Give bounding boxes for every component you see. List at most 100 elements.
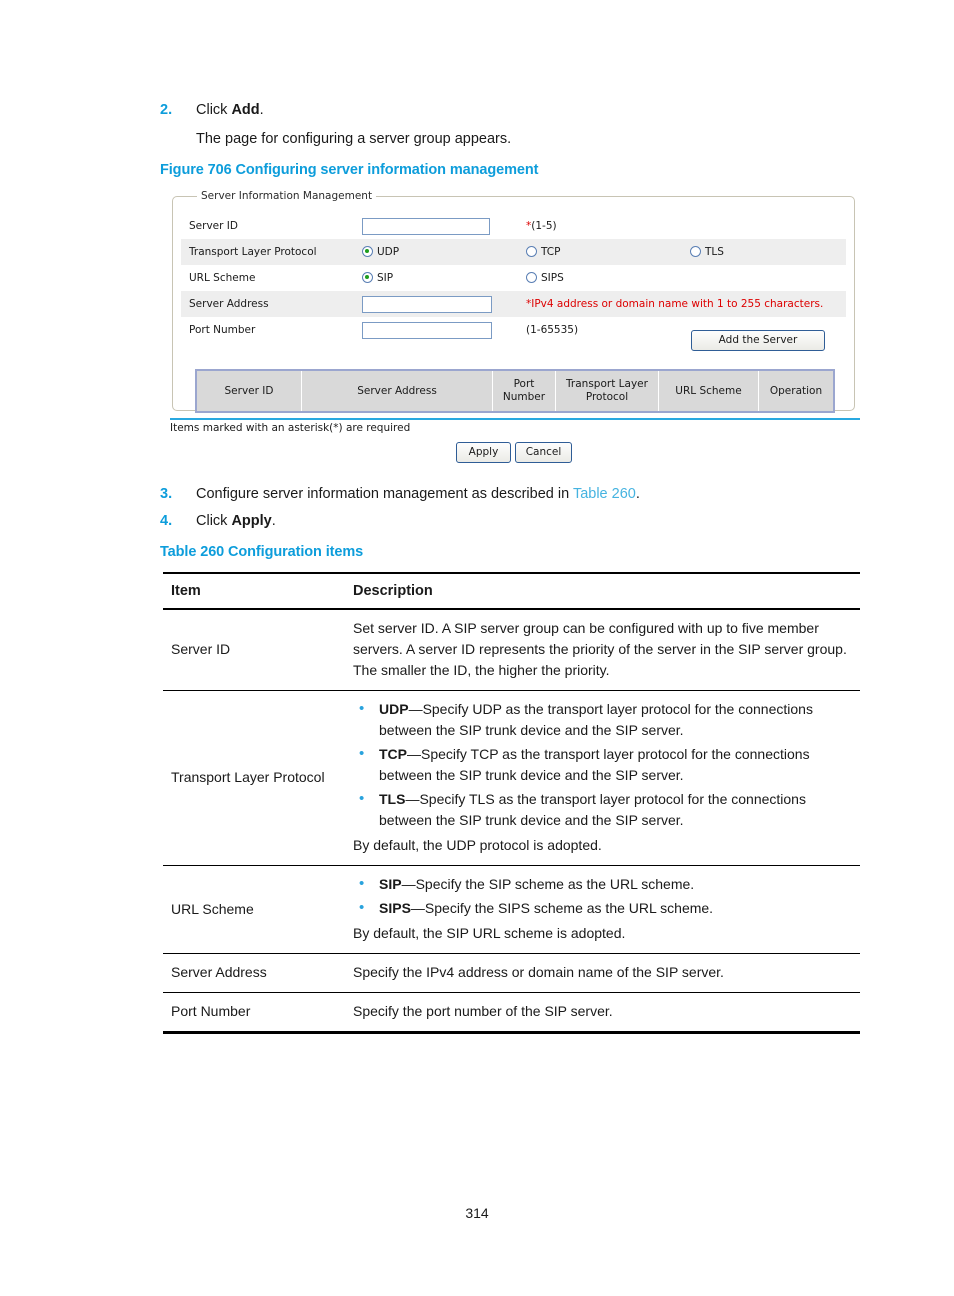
step-3-number: 3. [160,486,173,502]
cfg-header-description: Description [345,572,860,610]
server-id-label: Server ID [189,220,238,232]
cfg-item-url-scheme: URL Scheme [163,865,345,954]
cfg-desc-server-address: Specify the IPv4 address or domain name … [345,953,860,993]
list-item: SIP—Specify the SIP scheme as the URL sc… [353,873,854,895]
form-row-transport-layer-protocol: Transport Layer Protocol UDP TCP TLS [181,239,846,265]
figure-divider [170,418,860,420]
document-page: 2. Click Add. The page for configuring a… [0,0,954,1296]
url-scheme-default-note: By default, the SIP URL scheme is adopte… [353,925,626,941]
step-4-bold-apply: Apply [231,513,272,529]
grid-header-server-address: Server Address [301,370,493,412]
list-item: TLS—Specify TLS as the transport layer p… [353,788,854,831]
port-number-label: Port Number [189,324,256,336]
transport-option-tls[interactable]: TLS [682,239,846,265]
cancel-button[interactable]: Cancel [515,442,572,463]
url-option-sips-label: SIPS [541,272,564,284]
grid-header-port-number: Port Number [492,370,556,412]
step-2-text-pre: Click [196,102,232,118]
table-row: Transport Layer Protocol UDP—Specify UDP… [163,690,860,866]
radio-tcp-icon[interactable] [526,246,537,257]
step-4-text-post: . [271,513,276,529]
table-caption: Table 260 Configuration items [160,544,364,560]
cfg-item-server-id: Server ID [171,641,231,657]
cfg-desc-port-number: Specify the port number of the SIP serve… [345,992,860,1034]
form-row-url-scheme: URL Scheme SIP SIPS [181,265,846,291]
server-id-hint: *(1-5) [518,213,846,239]
cfg-header-item: Item [163,572,345,610]
url-option-sip[interactable]: SIP [354,265,518,291]
url-scheme-spacer [682,265,846,291]
transport-option-tcp-label: TCP [541,246,561,258]
server-address-hint: *IPv4 address or domain name with 1 to 2… [518,291,846,317]
step-2-text: Click Add. [196,100,264,120]
radio-tls-icon[interactable] [690,246,701,257]
radio-sips-icon[interactable] [526,272,537,283]
grid-header-transport-line2: Protocol [585,391,629,403]
radio-udp-icon[interactable] [362,246,373,257]
table-row: Port Number Specify the port number of t… [163,992,860,1034]
server-id-input[interactable] [362,217,490,235]
transport-bullet-list: UDP—Specify UDP as the transport layer p… [353,698,854,831]
step-4-number: 4. [160,513,173,529]
server-address-label: Server Address [181,291,354,317]
step-3-text-post: . [635,486,640,502]
step-3-text-pre: Configure server information management … [196,486,573,502]
grid-header-server-id: Server ID [196,370,302,412]
port-number-input-cell [354,317,518,343]
list-item: UDP—Specify UDP as the transport layer p… [353,698,854,741]
server-address-hint-text: IPv4 address or domain name with 1 to 25… [531,298,824,310]
grid-header-url-scheme: URL Scheme [658,370,759,412]
url-scheme-bullet-list: SIP—Specify the SIP scheme as the URL sc… [353,873,854,919]
port-number-input[interactable] [362,321,492,339]
transport-option-udp-label: UDP [377,246,400,258]
server-id-range: (1-5) [531,220,557,232]
step-2-text-post: . [259,102,264,118]
step-4: 4. Click Apply. [160,511,276,531]
bullet-text-sips: —Specify the SIPS scheme as the URL sche… [410,900,714,916]
grid-header-transport-line1: Transport Layer [566,378,648,390]
transport-option-tcp[interactable]: TCP [518,239,682,265]
bullet-term-sips: SIPS [379,900,411,916]
add-the-server-button[interactable]: Add the Server [691,330,825,351]
form-row-server-id: Server ID *(1-5) [181,213,846,239]
bullet-term-tls: TLS [379,791,406,807]
step-4-text-pre: Click [196,513,232,529]
bullet-term-sip: SIP [379,876,402,892]
apply-button[interactable]: Apply [456,442,511,463]
configuration-items-table: Item Description Server ID Set server ID… [163,572,860,1034]
grid-header-operation: Operation [758,370,834,412]
transport-layer-protocol-label: Transport Layer Protocol [181,239,354,265]
form-row-server-address: Server Address *IPv4 address or domain n… [181,291,846,317]
server-address-input[interactable] [362,295,492,313]
bullet-term-udp: UDP [379,701,409,717]
url-option-sip-label: SIP [377,272,394,284]
step-3: 3. Configure server information manageme… [160,484,640,504]
bullet-text-sip: —Specify the SIP scheme as the URL schem… [401,876,695,892]
bullet-text-udp: —Specify UDP as the transport layer prot… [379,701,813,738]
radio-sip-icon[interactable] [362,272,373,283]
server-address-input-cell [354,291,518,317]
table-260-crossref-link[interactable]: Table 260 [573,486,636,502]
step-2-subtext: The page for configuring a server group … [196,131,512,147]
bullet-text-tls: —Specify TLS as the transport layer prot… [379,791,806,828]
cfg-header-row: Item Description [163,572,860,610]
step-2: 2. Click Add. [160,100,264,120]
server-id-input-cell [354,213,518,239]
url-scheme-label: URL Scheme [189,272,256,284]
bullet-text-tcp: —Specify TCP as the transport layer prot… [379,746,810,783]
transport-option-udp[interactable]: UDP [354,239,518,265]
cfg-item-transport-layer-protocol: Transport Layer Protocol [163,690,345,866]
cfg-item-server-address: Server Address [163,953,345,993]
step-2-number: 2. [160,102,173,118]
figure-caption: Figure 706 Configuring server informatio… [160,162,539,178]
table-row: Server Address Specify the IPv4 address … [163,953,860,993]
grid-header-row: Server ID Server Address Port Number Tran… [196,370,834,412]
page-number: 314 [465,1205,489,1221]
cfg-desc-transport-layer-protocol: UDP—Specify UDP as the transport layer p… [345,690,860,866]
url-option-sips[interactable]: SIPS [518,265,682,291]
table-row: Server ID Set server ID. A SIP server gr… [163,609,860,691]
cfg-item-port-number: Port Number [163,992,345,1034]
bullet-term-tcp: TCP [379,746,407,762]
panel-legend: Server Information Management [197,190,377,202]
cfg-desc-server-id: Set server ID. A SIP server group can be… [353,620,847,678]
